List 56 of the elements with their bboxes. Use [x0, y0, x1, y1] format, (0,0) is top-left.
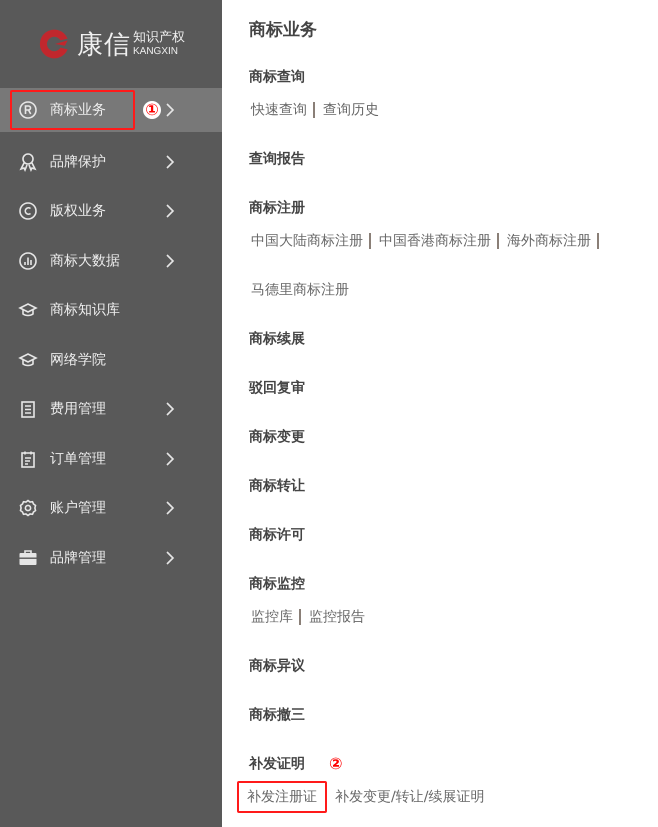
clipboard-icon	[18, 448, 38, 469]
section-heading: 商标注册	[249, 198, 305, 216]
panel-title: 商标业务	[249, 19, 318, 42]
sidebar-item[interactable]: 订单管理	[0, 434, 222, 484]
section-heading: 商标变更	[249, 428, 305, 446]
logo-subtitle: KANGXIN	[133, 46, 180, 57]
section-heading: 补发证明	[249, 754, 305, 772]
annotation-number: ②	[329, 754, 343, 773]
sidebar-item[interactable]: 品牌管理	[0, 533, 222, 582]
document-icon	[18, 399, 38, 420]
sidebar-item-label: 版权业务	[50, 202, 106, 220]
link[interactable]: 中国大陆商标注册	[249, 232, 371, 248]
copyright-icon	[18, 201, 38, 222]
link[interactable]: 快速查询	[249, 102, 315, 118]
link[interactable]: 监控库	[249, 608, 301, 624]
link[interactable]: 补发注册证	[237, 780, 327, 812]
annotation-number: ①	[143, 101, 161, 119]
sidebar-item-label: 账户管理	[50, 499, 106, 518]
sidebar-item-label: 商标知识库	[50, 301, 120, 320]
registered-icon	[18, 100, 38, 120]
bar-chart-icon	[18, 250, 38, 271]
sidebar-item-label: 商标业务	[50, 101, 106, 119]
sidebar-item-label: 商标大数据	[50, 252, 120, 270]
section-heading: 商标撤三	[249, 706, 305, 724]
sidebar-item[interactable]: 版权业务	[0, 186, 222, 236]
section-heading: 查询报告	[249, 150, 305, 168]
settings-icon	[18, 498, 38, 518]
sidebar-item[interactable]: 商标大数据	[0, 236, 222, 286]
briefcase-icon	[18, 548, 38, 568]
sidebar-item[interactable]: 费用管理	[0, 384, 222, 434]
sidebar-item[interactable]: 商标知识库	[0, 286, 222, 335]
section-heading: 商标续展	[249, 330, 305, 348]
link[interactable]: 马德里商标注册	[249, 280, 349, 298]
sidebar-item-label: 品牌管理	[50, 548, 106, 567]
sidebar-item[interactable]: 商标业务 ①	[0, 88, 222, 132]
award-icon	[18, 152, 38, 172]
logo-text: 康信	[77, 28, 131, 62]
sidebar-item[interactable]: 网络学院	[0, 335, 222, 384]
sidebar-item[interactable]: 账户管理	[0, 484, 222, 533]
link[interactable]: 海外商标注册	[505, 232, 599, 248]
link[interactable]: 补发变更/转让/续展证明	[333, 788, 484, 806]
link[interactable]: 查询历史	[321, 100, 379, 118]
sidebar-item-label: 网络学院	[50, 350, 106, 369]
section-heading: 商标许可	[249, 526, 305, 544]
sidebar-item[interactable]: 品牌保护	[0, 137, 222, 186]
sidebar-item-label: 订单管理	[50, 450, 106, 468]
sidebar-item-label: 费用管理	[50, 400, 106, 418]
section-heading: 商标监控	[249, 574, 305, 592]
section-heading: 商标查询	[249, 68, 305, 86]
sidebar-item-label: 品牌保护	[50, 152, 106, 171]
section-heading: 商标转让	[249, 476, 305, 494]
section-heading: 商标异议	[249, 656, 305, 674]
link[interactable]: 中国香港商标注册	[377, 232, 499, 248]
link[interactable]: 监控报告	[307, 608, 365, 626]
section-heading: 驳回复审	[249, 378, 305, 396]
logo-tagline: 知识产权	[133, 31, 185, 46]
